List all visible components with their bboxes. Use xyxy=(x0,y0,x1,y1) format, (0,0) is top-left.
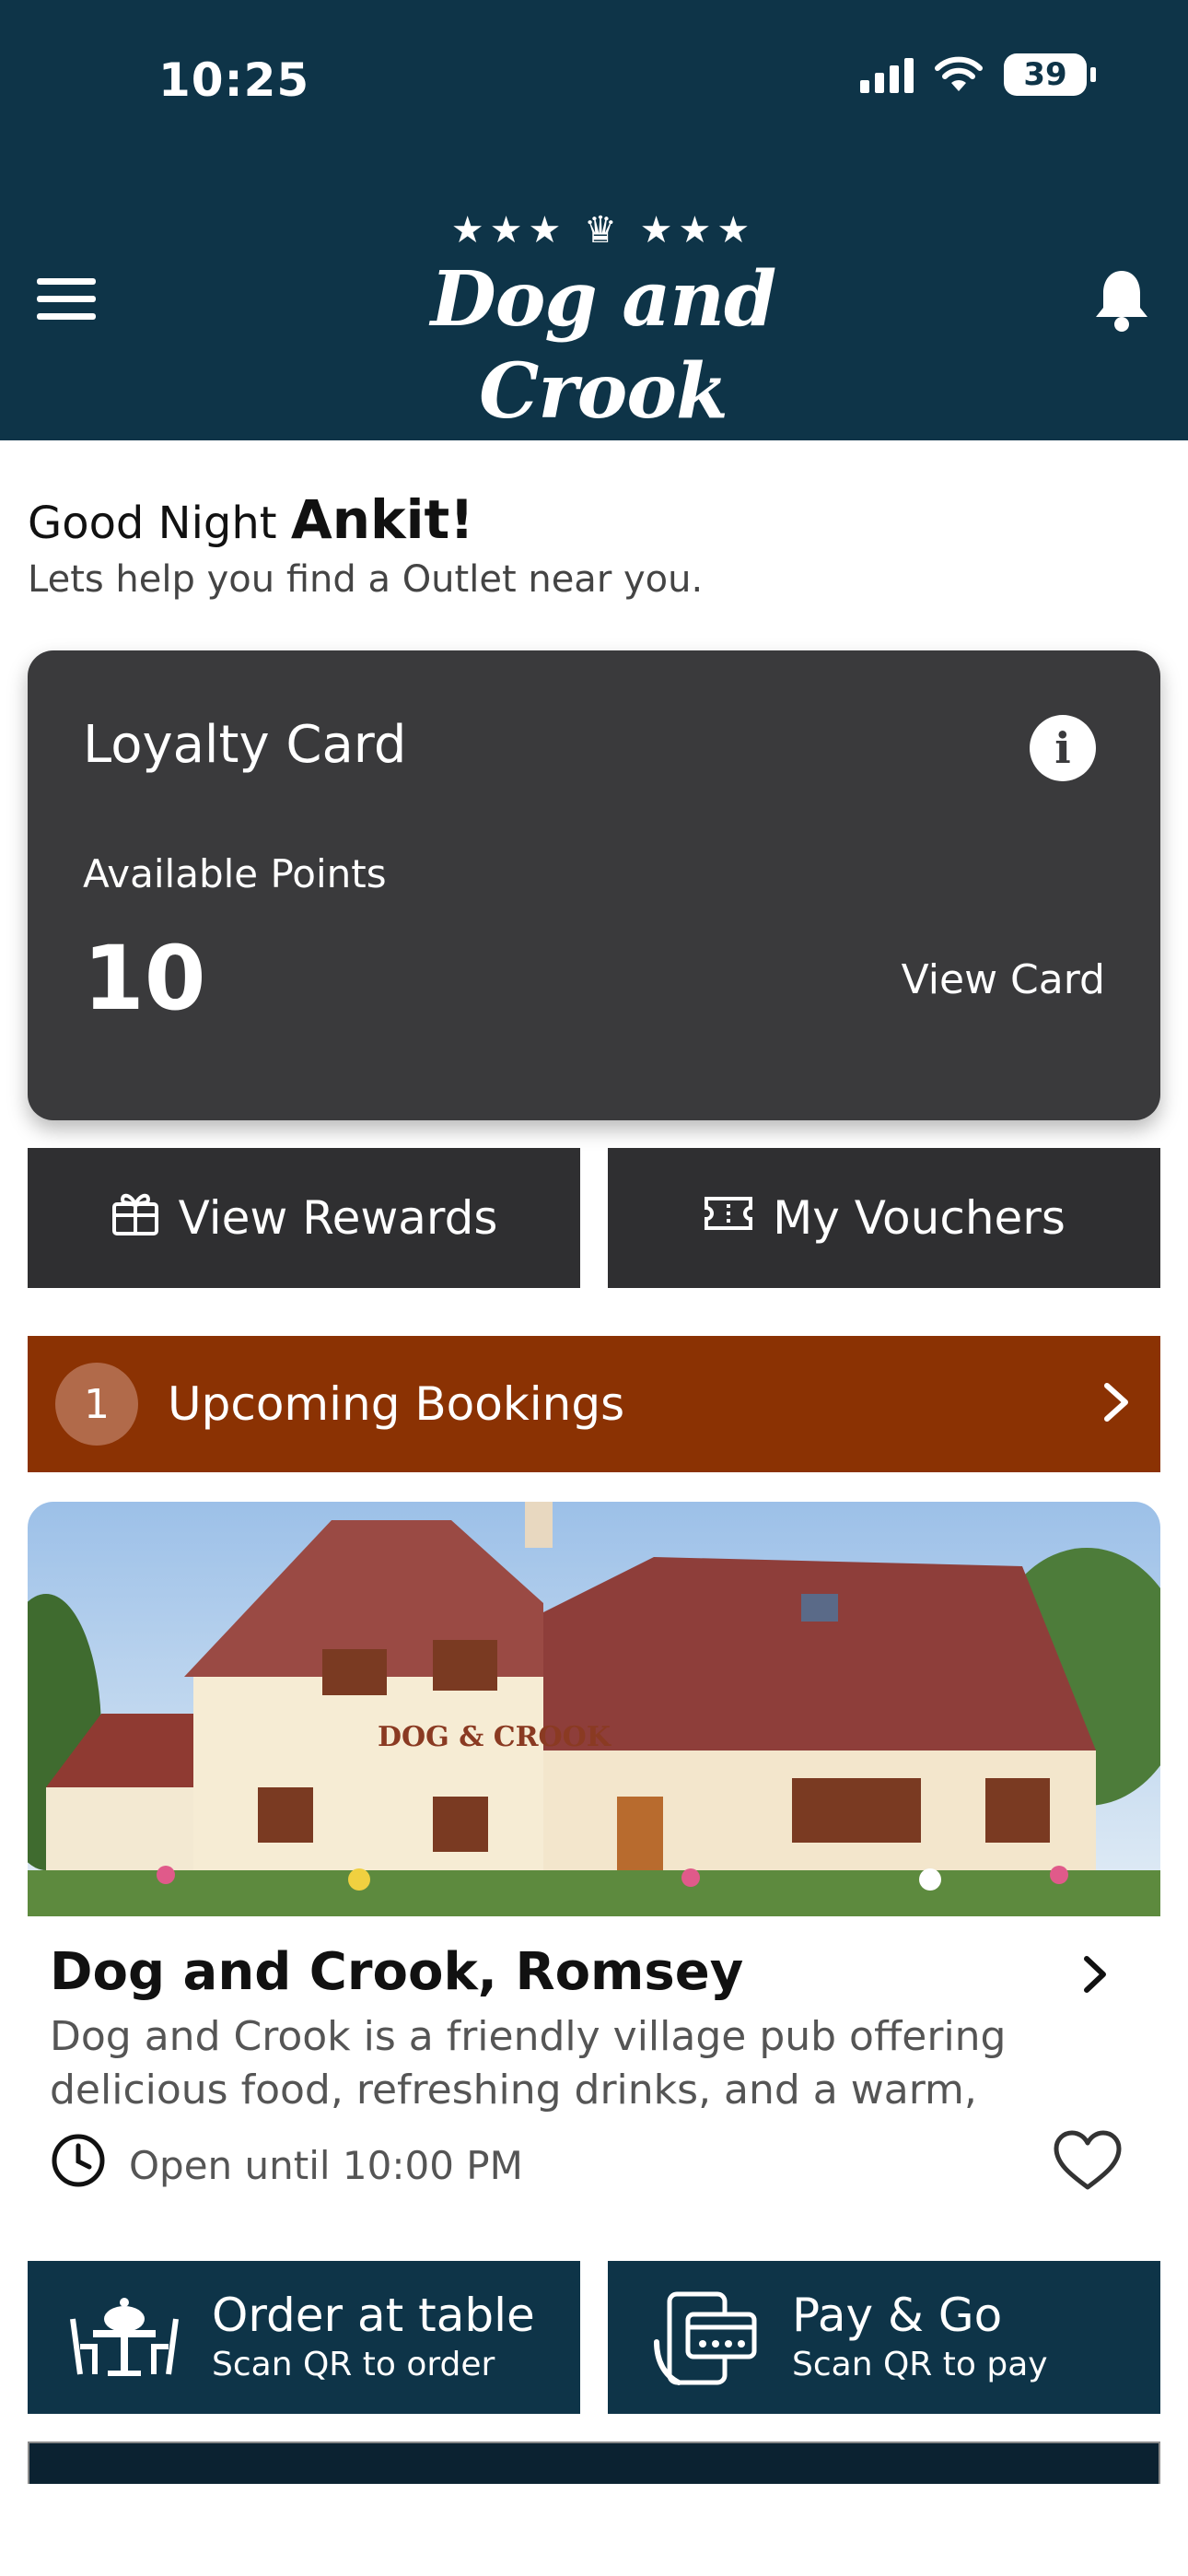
bell-icon[interactable] xyxy=(1092,267,1151,334)
ticket-icon xyxy=(703,1191,754,1245)
chevron-right-icon xyxy=(1100,1380,1133,1428)
view-card-link[interactable]: View Card xyxy=(902,956,1105,1003)
battery-level: 39 xyxy=(1023,56,1067,93)
greeting-subtitle: Lets help you find a Outlet near you. xyxy=(28,558,704,601)
order-title: Order at table xyxy=(212,2289,535,2342)
order-at-table-button[interactable]: Order at table Scan QR to order xyxy=(28,2261,580,2414)
hours-label: Open until 10:00 PM xyxy=(129,2142,523,2188)
points-value: 10 xyxy=(83,927,206,1030)
outlet-name[interactable]: Dog and Crook, Romsey xyxy=(50,1942,743,2002)
favorite-heart-icon[interactable] xyxy=(1052,2128,1124,2196)
pay-title: Pay & Go xyxy=(792,2289,1003,2342)
card-payment-icon xyxy=(635,2287,774,2388)
loyalty-card[interactable]: Loyalty Card i Available Points 10 View … xyxy=(28,650,1160,1120)
view-rewards-button[interactable]: View Rewards xyxy=(28,1148,580,1288)
brand-logo: ★★★ ♛ ★★★ Dog and Crook DRINK | EAT | SL… xyxy=(368,207,838,463)
app-header: 10:25 39 ★★★ ♛ ★★★ Dog and Crook DRINK |… xyxy=(0,0,1188,463)
upcoming-bookings-banner[interactable]: 1 Upcoming Bookings xyxy=(28,1336,1160,1472)
pay-and-go-button[interactable]: Pay & Go Scan QR to pay xyxy=(608,2261,1160,2414)
outlet-hours: Open until 10:00 PM xyxy=(50,2132,523,2198)
my-vouchers-button[interactable]: My Vouchers xyxy=(608,1148,1160,1288)
next-card-partial xyxy=(28,2441,1160,2484)
status-time: 10:25 xyxy=(158,53,310,107)
bookings-count-badge: 1 xyxy=(55,1363,138,1446)
wifi-icon xyxy=(934,56,984,93)
bookings-label: Upcoming Bookings xyxy=(168,1377,625,1431)
status-icons: 39 xyxy=(860,53,1096,96)
battery-icon: 39 xyxy=(1004,53,1096,96)
greeting-prefix: Good Night xyxy=(28,498,277,549)
greeting: Good Night Ankit! xyxy=(28,488,474,551)
user-name: Ankit! xyxy=(290,488,474,551)
crown-icon: ★★★ ♛ ★★★ xyxy=(450,209,756,252)
clock-icon xyxy=(50,2132,107,2198)
logo-name: Dog and Crook xyxy=(430,255,777,436)
outlet-image[interactable]: DOG & CROOK xyxy=(28,1502,1160,1916)
table-dining-icon xyxy=(55,2291,193,2383)
outlet-sign-text: DOG & CROOK xyxy=(378,1721,611,1753)
chevron-right-icon[interactable] xyxy=(1079,1953,1111,1999)
gift-icon xyxy=(111,1188,160,1248)
signal-icon xyxy=(860,56,914,93)
loyalty-title: Loyalty Card xyxy=(83,715,407,775)
view-rewards-label: View Rewards xyxy=(178,1191,498,1245)
menu-icon[interactable] xyxy=(37,276,98,322)
pay-subtitle: Scan QR to pay xyxy=(792,2346,1048,2383)
points-label: Available Points xyxy=(83,851,387,896)
outlet-description: Dog and Crook is a friendly village pub … xyxy=(50,2013,1007,2113)
my-vouchers-label: My Vouchers xyxy=(773,1191,1066,1245)
info-icon[interactable]: i xyxy=(1030,715,1096,781)
logo-tagline: DRINK | EAT | SLEEP xyxy=(437,439,770,463)
order-subtitle: Scan QR to order xyxy=(212,2346,495,2383)
